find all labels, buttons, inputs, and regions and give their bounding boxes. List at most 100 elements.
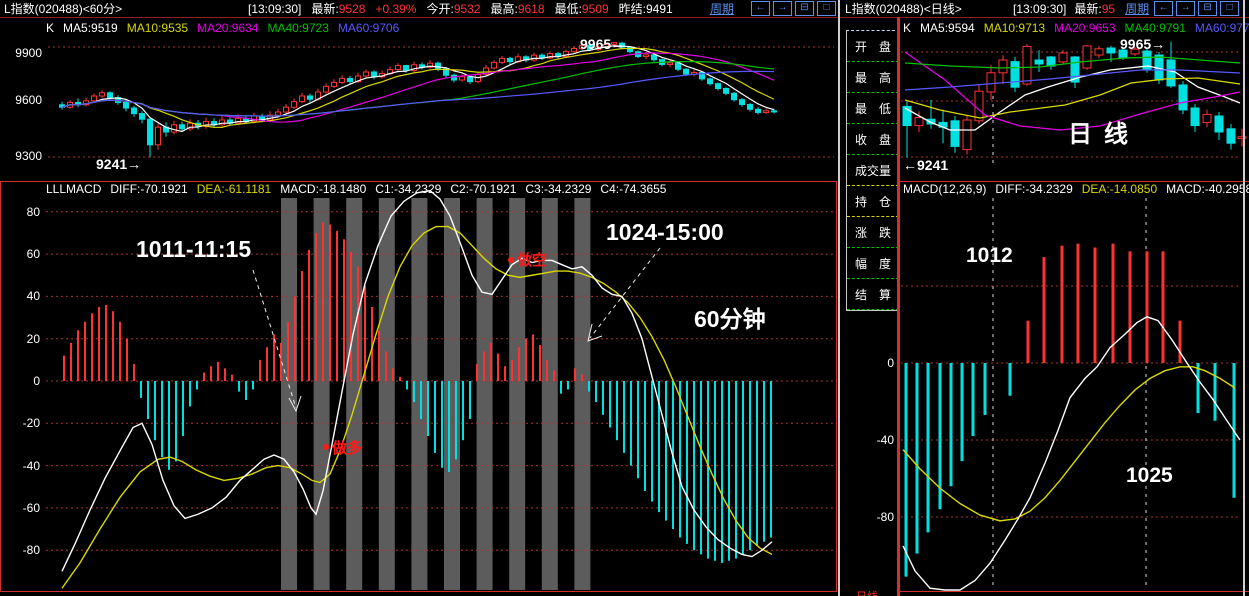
candle-body bbox=[1179, 85, 1187, 110]
sidebar-item-开盘[interactable]: 开 盘 bbox=[847, 31, 899, 62]
highlight-stripe bbox=[379, 198, 395, 590]
left-macd-label-row: LLLMACDDIFF:-70.1921DEA:-61.1181MACD:-18… bbox=[46, 182, 675, 196]
axis-tick-label: 0 bbox=[858, 356, 894, 370]
candle-body bbox=[276, 112, 281, 115]
candle-body bbox=[284, 107, 289, 112]
axis-tick-label: 9900 bbox=[4, 46, 42, 60]
candle-body bbox=[140, 114, 145, 120]
candle-body bbox=[644, 55, 649, 57]
indicator-label: DIFF:-70.1921 bbox=[110, 182, 187, 196]
candle-body bbox=[1215, 116, 1223, 132]
maximize-icon[interactable]: □ bbox=[817, 1, 836, 16]
left-period-link[interactable]: 周期 bbox=[710, 0, 734, 17]
candle-body bbox=[492, 62, 497, 68]
right-symbol-title: L指数(020488)<日线> bbox=[845, 0, 1013, 17]
axis-tick-label: -80 bbox=[858, 510, 894, 524]
axis-tick-label: -40 bbox=[2, 459, 40, 473]
sidebar-item-最低[interactable]: 最 低 bbox=[847, 93, 899, 124]
candle-body bbox=[364, 72, 369, 76]
candle-body bbox=[500, 58, 505, 62]
candle-body bbox=[1167, 60, 1175, 86]
candle-body bbox=[332, 82, 337, 86]
quote-field-value: 9509 bbox=[582, 2, 609, 16]
sidebar-item-最高[interactable]: 最 高 bbox=[847, 62, 899, 93]
window-splitter[interactable] bbox=[838, 0, 840, 596]
highlight-stripe bbox=[477, 198, 493, 590]
candle-body bbox=[1095, 49, 1103, 55]
axis-tick-label: -40 bbox=[858, 433, 894, 447]
highlight-stripe bbox=[346, 198, 362, 590]
candle-body bbox=[915, 118, 923, 126]
quote-field-label: 最低: bbox=[555, 2, 582, 16]
buy-signal-label: 做多 bbox=[332, 437, 362, 458]
quote-field-value: 95 bbox=[1102, 2, 1115, 16]
back-arrow-icon[interactable]: ← bbox=[751, 1, 770, 16]
candle-body bbox=[300, 96, 305, 102]
axis-tick-label: 80 bbox=[2, 205, 40, 219]
sell-signal-label: 做空 bbox=[517, 249, 547, 270]
quote-field-label: 最高: bbox=[491, 2, 518, 16]
candle-body bbox=[404, 66, 409, 71]
candle-body bbox=[772, 111, 777, 112]
axis-tick-label: 0 bbox=[2, 374, 40, 388]
sell-signal-dot bbox=[508, 257, 514, 263]
candle-body bbox=[999, 60, 1007, 73]
left-quote-fields: 最新:9528+0.39%今开:9532最高:9618最低:9509昨结:949… bbox=[311, 0, 682, 17]
candle-body bbox=[1107, 48, 1115, 53]
candle-body bbox=[676, 63, 681, 69]
annotation-1025: 1025 bbox=[1126, 464, 1173, 488]
ma10-line bbox=[62, 48, 774, 127]
axis-tick-label: -80 bbox=[2, 543, 40, 557]
candle-body bbox=[124, 102, 129, 108]
indicator-label: DIFF:-34.2329 bbox=[995, 182, 1072, 196]
indicator-label: MA5:9519 bbox=[63, 21, 118, 35]
indicator-label: MA10:9535 bbox=[127, 21, 188, 35]
back-arrow-icon[interactable]: ← bbox=[1154, 1, 1173, 16]
quote-sidebar: 开 盘最 高最 低收 盘成交量持 仓涨 跌幅 度结 算 bbox=[846, 30, 900, 311]
sidebar-item-结算[interactable]: 结 算 bbox=[847, 279, 899, 310]
indicator-label: DEA:-14.0850 bbox=[1082, 182, 1157, 196]
candle-body bbox=[156, 127, 161, 145]
split-window-icon[interactable]: ⊟ bbox=[1198, 1, 1217, 16]
indicator-label: MA60:9706 bbox=[338, 21, 399, 35]
candle-body bbox=[436, 63, 441, 69]
indicator-label: MA40:9723 bbox=[268, 21, 329, 35]
forward-arrow-icon[interactable]: → bbox=[1176, 1, 1195, 16]
right-edge-splitter[interactable] bbox=[1243, 0, 1245, 596]
highlight-stripe bbox=[574, 198, 590, 590]
axis-tick-label: -60 bbox=[2, 501, 40, 515]
candle-body bbox=[348, 78, 353, 81]
sidebar-item-成交量[interactable]: 成交量 bbox=[847, 155, 899, 186]
indicator-label: C3:-34.2329 bbox=[525, 182, 591, 196]
right-window-header: L指数(020488)<日线> [13:09:30] 最新:95 周期 ←→⊟□ bbox=[841, 0, 1249, 17]
candle-body bbox=[740, 100, 745, 105]
right-window-buttons: ←→⊟□ bbox=[1151, 1, 1239, 16]
sidebar-item-幅度[interactable]: 幅 度 bbox=[847, 248, 899, 279]
sidebar-item-收盘[interactable]: 收 盘 bbox=[847, 124, 899, 155]
indicator-label: DEA:-61.1181 bbox=[197, 182, 272, 196]
maximize-icon[interactable]: □ bbox=[1220, 1, 1239, 16]
candle-body bbox=[308, 96, 313, 99]
sidebar-item-持仓[interactable]: 持 仓 bbox=[847, 186, 899, 217]
quote-field-value: 9618 bbox=[518, 2, 545, 16]
indicator-label: LLLMACD bbox=[46, 182, 101, 196]
sidebar-item-涨跌[interactable]: 涨 跌 bbox=[847, 217, 899, 248]
candle-body bbox=[1011, 62, 1019, 88]
indicator-label: MA60:9775 bbox=[1195, 21, 1249, 35]
right-clock: [13:09:30] bbox=[1013, 2, 1066, 16]
candle-body bbox=[1059, 53, 1067, 62]
ma60-line bbox=[62, 71, 774, 116]
bottom-tab-partial[interactable]: 日线 bbox=[856, 588, 878, 596]
quote-field-value: 9528 bbox=[339, 2, 366, 16]
candle-body bbox=[748, 104, 753, 109]
right-period-link[interactable]: 周期 bbox=[1125, 0, 1149, 17]
candle-body bbox=[1023, 46, 1031, 84]
candle-body bbox=[716, 84, 721, 89]
axis-tick-label: 40 bbox=[2, 289, 40, 303]
candle-body bbox=[708, 79, 713, 84]
annotation-1012: 1012 bbox=[966, 244, 1013, 268]
right-quote-fields: 最新:95 bbox=[1074, 0, 1125, 17]
split-window-icon[interactable]: ⊟ bbox=[795, 1, 814, 16]
forward-arrow-icon[interactable]: → bbox=[773, 1, 792, 16]
axis-tick-label: 60 bbox=[2, 247, 40, 261]
